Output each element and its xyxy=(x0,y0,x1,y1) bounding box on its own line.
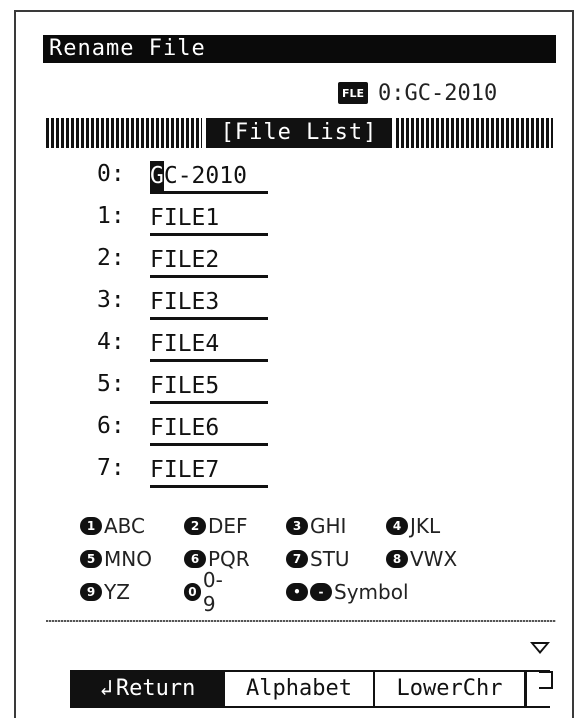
header-decoration-left xyxy=(46,118,202,148)
key-hint-label: GHI xyxy=(310,514,347,538)
divider xyxy=(46,620,556,622)
key-hint-8: 8 VWX xyxy=(386,545,457,573)
return-label: Return xyxy=(115,676,196,701)
file-icon: FLE xyxy=(338,82,368,104)
text-cursor: G xyxy=(150,161,164,191)
file-name-field[interactable]: FILE2 xyxy=(150,245,268,278)
file-number: 1: xyxy=(97,203,125,229)
alphabet-button[interactable]: Alphabet xyxy=(225,672,375,706)
key-6-icon: 6 xyxy=(184,550,206,568)
key-hint-label: VWX xyxy=(410,547,458,571)
key-hint-9: 9 YZ xyxy=(80,578,130,606)
file-number: 7: xyxy=(97,455,125,481)
key-hint-label: STU xyxy=(310,547,350,571)
current-file-indicator: FLE 0:GC-2010 xyxy=(338,80,497,106)
key-3-icon: 3 xyxy=(286,517,308,535)
more-tab-icon[interactable] xyxy=(539,671,553,689)
key-4-icon: 4 xyxy=(386,517,408,535)
key-hint-4: 4 JKL xyxy=(386,512,440,540)
key-hint-label: Symbol xyxy=(334,580,409,604)
key-5-icon: 5 xyxy=(80,550,102,568)
file-name-field[interactable]: FILE1 xyxy=(150,203,268,236)
key-hint-2: 2 DEF xyxy=(184,512,248,540)
key-hint-0: 0 0-9 xyxy=(184,568,228,616)
file-name-field[interactable]: FILE5 xyxy=(150,371,268,404)
key-hint-label: ABC xyxy=(104,514,146,538)
lowerchr-button[interactable]: LowerChr xyxy=(375,672,527,706)
file-name-field[interactable]: FILE6 xyxy=(150,413,268,446)
header-decoration-right xyxy=(396,118,553,148)
key-dot-icon: • xyxy=(286,583,308,601)
key-8-icon: 8 xyxy=(386,550,408,568)
file-number: 2: xyxy=(97,245,125,271)
file-name-field[interactable]: FILE3 xyxy=(150,287,268,320)
key-hint-symbol: • - Symbol xyxy=(286,578,409,606)
key-hint-5: 5 MNO xyxy=(80,545,152,573)
return-arrow-icon: ↲ xyxy=(99,676,113,701)
screen-title: Rename File xyxy=(43,35,556,63)
key-hint-7: 7 STU xyxy=(286,545,350,573)
key-hint-label: JKL xyxy=(410,514,441,538)
return-button[interactable]: ↲ Return xyxy=(70,672,225,706)
file-name-field[interactable]: FILE4 xyxy=(150,329,268,362)
device-screen xyxy=(14,10,574,718)
file-list-title: [File List] xyxy=(206,118,392,148)
file-name-text: C-2010 xyxy=(163,163,247,189)
key-hint-1: 1 ABC xyxy=(80,512,145,540)
key-hint-label: 0-9 xyxy=(202,568,223,616)
key-0-icon: 0 xyxy=(184,583,201,601)
key-7-icon: 7 xyxy=(286,550,308,568)
file-list-header: [File List] xyxy=(46,118,553,148)
triangle-down-icon[interactable] xyxy=(530,642,550,654)
key-hint-label: MNO xyxy=(104,547,152,571)
key-hint-3: 3 GHI xyxy=(286,512,346,540)
key-hint-label: DEF xyxy=(208,514,248,538)
file-number: 3: xyxy=(97,287,125,313)
softkey-bar: ↲ Return Alphabet LowerChr xyxy=(70,670,550,708)
file-number: 0: xyxy=(97,161,125,187)
file-number: 6: xyxy=(97,413,125,439)
key-9-icon: 9 xyxy=(80,583,102,601)
file-name-field[interactable]: FILE7 xyxy=(150,455,268,488)
key-1-icon: 1 xyxy=(80,517,102,535)
file-number: 4: xyxy=(97,329,125,355)
file-name-field[interactable]: GC-2010 xyxy=(150,161,268,194)
key-hint-label: YZ xyxy=(104,580,130,604)
file-number: 5: xyxy=(97,371,125,397)
key-minus-icon: - xyxy=(310,583,332,601)
key-2-icon: 2 xyxy=(184,517,206,535)
current-file-label: 0:GC-2010 xyxy=(378,80,498,106)
